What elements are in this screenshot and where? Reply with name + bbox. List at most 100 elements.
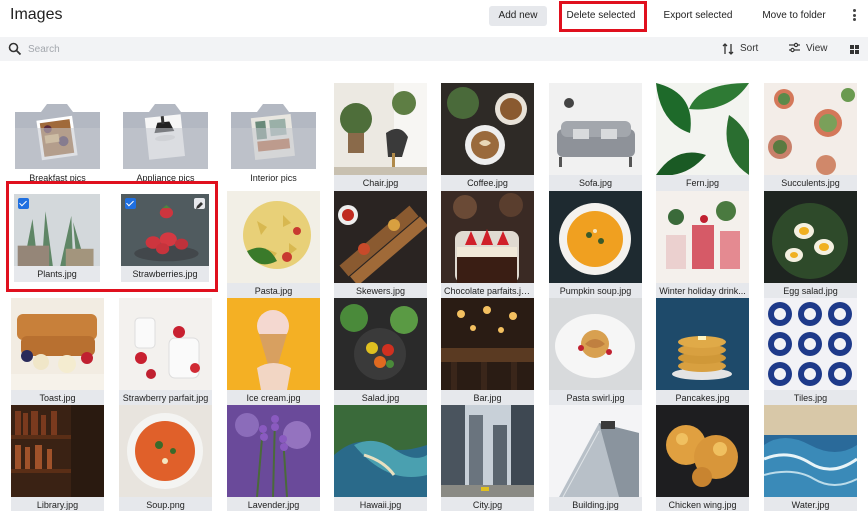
image-caption: Sofa.jpg <box>549 175 642 191</box>
image-caption: Soup.png <box>119 497 212 511</box>
image-tile[interactable]: Succulents.jpg <box>764 83 857 191</box>
image-thumbnail <box>11 405 104 497</box>
image-tile[interactable]: Sofa.jpg <box>549 83 642 191</box>
sort-button[interactable]: Sort <box>722 41 764 57</box>
checkbox-icon[interactable] <box>125 198 136 209</box>
add-new-button[interactable]: Add new <box>489 6 547 26</box>
image-tile-selected[interactable]: Plants.jpg <box>14 194 100 282</box>
image-thumbnail <box>549 405 642 497</box>
image-thumbnail <box>227 191 320 283</box>
image-tile[interactable]: Water.jpg <box>764 405 857 511</box>
image-caption: Winter holiday drink... <box>656 283 749 299</box>
image-tile[interactable]: Ice cream.jpg <box>227 298 320 406</box>
page-title: Images <box>10 6 63 23</box>
image-caption: Succulents.jpg <box>764 175 857 191</box>
image-caption: Chicken wing.jpg <box>656 497 749 511</box>
image-caption: Plants.jpg <box>14 266 100 282</box>
image-tile[interactable]: Egg salad.jpg <box>764 191 857 299</box>
sort-icon <box>722 43 734 55</box>
image-tile-selected[interactable]: Strawberries.jpg <box>121 194 209 282</box>
image-tile[interactable]: Strawberry parfait.jpg <box>119 298 212 406</box>
image-thumbnail <box>441 298 534 390</box>
image-caption: Water.jpg <box>764 497 857 511</box>
image-caption: Hawaii.jpg <box>334 497 427 511</box>
filter-icon <box>789 42 800 53</box>
image-tile[interactable]: Pasta swirl.jpg <box>549 298 642 406</box>
folder-label: Breakfast pics <box>29 173 86 183</box>
image-tile[interactable]: Chicken wing.jpg <box>656 405 749 511</box>
image-tile[interactable]: Tiles.jpg <box>764 298 857 406</box>
image-caption: Bar.jpg <box>441 390 534 406</box>
image-thumbnail <box>441 83 534 175</box>
image-tile[interactable]: Lavender.jpg <box>227 405 320 511</box>
search-input[interactable] <box>28 40 588 58</box>
image-caption: Chocolate parfaits.jpg <box>441 283 534 299</box>
image-tile[interactable]: Toast.jpg <box>11 298 104 406</box>
image-thumbnail <box>764 191 857 283</box>
folder-tile[interactable]: Breakfast pics <box>11 91 104 199</box>
image-thumbnail <box>549 83 642 175</box>
image-thumbnail <box>119 405 212 497</box>
image-thumbnail <box>334 298 427 390</box>
delete-selected-button[interactable]: Delete selected <box>566 6 636 26</box>
sort-label: Sort <box>740 43 759 54</box>
more-vert-icon[interactable] <box>849 9 859 23</box>
image-tile[interactable]: Hawaii.jpg <box>334 405 427 511</box>
image-tile[interactable]: Fern.jpg <box>656 83 749 191</box>
image-caption: Salad.jpg <box>334 390 427 406</box>
image-tile[interactable]: Soup.png <box>119 405 212 511</box>
image-thumbnail <box>549 191 642 283</box>
image-tile[interactable]: Pasta.jpg <box>227 191 320 299</box>
edit-icon[interactable] <box>194 198 205 209</box>
folder-icon <box>11 91 104 169</box>
image-tile[interactable]: Chocolate parfaits.jpg <box>441 191 534 299</box>
image-caption: Chair.jpg <box>334 175 427 191</box>
image-tile[interactable]: Pancakes.jpg <box>656 298 749 406</box>
image-tile[interactable]: City.jpg <box>441 405 534 511</box>
image-thumbnail <box>334 83 427 175</box>
image-thumbnail <box>227 405 320 497</box>
folder-tile[interactable]: Interior pics <box>227 91 320 199</box>
image-thumbnail <box>656 83 749 175</box>
image-thumbnail <box>119 298 212 390</box>
search-toolbar: Sort View <box>0 37 868 61</box>
top-bar: Images Add new Delete selected Export se… <box>0 0 868 34</box>
image-tile[interactable]: Building.jpg <box>549 405 642 511</box>
image-caption: Pasta.jpg <box>227 283 320 299</box>
image-caption: Ice cream.jpg <box>227 390 320 406</box>
move-to-folder-button[interactable]: Move to folder <box>755 6 833 26</box>
image-tile[interactable]: Winter holiday drink... <box>656 191 749 299</box>
folder-icon <box>227 91 320 169</box>
folder-icon <box>119 91 212 169</box>
image-caption: City.jpg <box>441 497 534 511</box>
folder-label: Interior pics <box>250 173 297 183</box>
checkbox-icon[interactable] <box>18 198 29 209</box>
image-thumbnail <box>549 298 642 390</box>
image-caption: Coffee.jpg <box>441 175 534 191</box>
image-tile[interactable]: Salad.jpg <box>334 298 427 406</box>
image-tile[interactable]: Skewers.jpg <box>334 191 427 299</box>
image-thumbnail <box>764 405 857 497</box>
folder-label: Appliance pics <box>136 173 195 183</box>
view-button[interactable]: View <box>788 41 832 57</box>
image-tile[interactable]: Chair.jpg <box>334 83 427 191</box>
image-caption: Toast.jpg <box>11 390 104 406</box>
image-caption: Pasta swirl.jpg <box>549 390 642 406</box>
image-caption: Strawberries.jpg <box>121 266 209 282</box>
image-caption: Building.jpg <box>549 497 642 511</box>
image-thumbnail <box>334 405 427 497</box>
folder-tile[interactable]: Appliance pics <box>119 91 212 199</box>
image-thumbnail <box>764 298 857 390</box>
image-tile[interactable]: Pumpkin soup.jpg <box>549 191 642 299</box>
image-thumbnail <box>227 298 320 390</box>
image-caption: Strawberry parfait.jpg <box>119 390 212 406</box>
image-caption: Egg salad.jpg <box>764 283 857 299</box>
image-tile[interactable]: Bar.jpg <box>441 298 534 406</box>
image-caption: Pancakes.jpg <box>656 390 749 406</box>
export-selected-button[interactable]: Export selected <box>657 6 739 26</box>
image-caption: Tiles.jpg <box>764 390 857 406</box>
image-tile[interactable]: Library.jpg <box>11 405 104 511</box>
grid-view-icon[interactable] <box>850 45 859 54</box>
image-caption: Fern.jpg <box>656 175 749 191</box>
image-tile[interactable]: Coffee.jpg <box>441 83 534 191</box>
